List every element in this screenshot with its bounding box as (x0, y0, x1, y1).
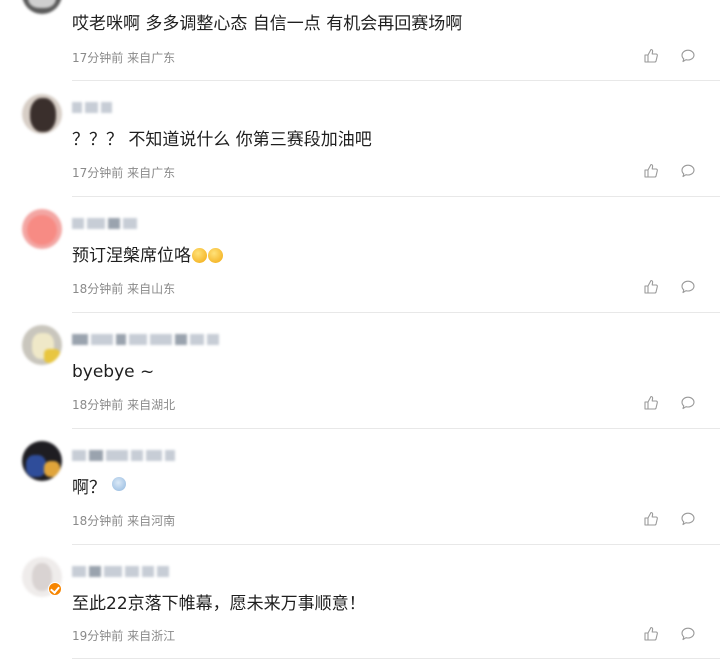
comment-actions (643, 48, 696, 64)
comment-bubble-icon[interactable] (680, 279, 696, 295)
username[interactable] (72, 449, 175, 462)
comment-time: 17分钟前 (72, 51, 124, 65)
comment-bubble-icon[interactable] (680, 163, 696, 179)
username[interactable] (72, 217, 137, 230)
comment-text: 预订涅槃席位咯 (72, 245, 223, 267)
comment-location: 来自山东 (127, 282, 176, 296)
comment-list: 哎老咪啊 多多调整心态 自信一点 有机会再回赛场啊 17分钟前 来自广东 ？？？… (0, 0, 720, 663)
comment-text: 至此22京落下帷幕，愿未来万事顺意！ (72, 594, 366, 614)
comment-meta: 19分钟前 来自浙江 (72, 627, 175, 644)
comment-bubble-icon[interactable] (680, 395, 696, 411)
comment-text: 哎老咪啊 多多调整心态 自信一点 有机会再回赛场啊 (72, 14, 463, 34)
thumbs-up-icon[interactable] (643, 626, 659, 642)
comment-meta: 17分钟前 来自广东 (72, 49, 175, 66)
flushed-face-emoji (208, 248, 223, 263)
avatar[interactable] (22, 325, 62, 365)
avatar[interactable] (22, 0, 62, 14)
comment-location: 来自广东 (127, 51, 176, 65)
avatar[interactable] (22, 94, 62, 134)
comment-meta: 18分钟前 来自湖北 (72, 396, 175, 413)
baby-angel-emoji (112, 477, 126, 491)
comment-meta: 18分钟前 来自河南 (72, 512, 175, 529)
avatar[interactable] (22, 209, 62, 249)
comment-text: 啊？ (72, 477, 126, 499)
comment-actions (643, 511, 696, 527)
divider (72, 312, 720, 313)
username[interactable] (72, 565, 169, 578)
flushed-face-emoji (192, 248, 207, 263)
comment-time: 17分钟前 (72, 166, 124, 180)
comment-bubble-icon[interactable] (680, 48, 696, 64)
comment-text: ？？？ 不知道说什么 你第三赛段加油吧 (72, 130, 372, 150)
comment-location: 来自河南 (127, 514, 176, 528)
comment-actions (643, 279, 696, 295)
thumbs-up-icon[interactable] (643, 511, 659, 527)
thumbs-up-icon[interactable] (643, 279, 659, 295)
username[interactable] (72, 101, 112, 114)
comment-time: 18分钟前 (72, 398, 124, 412)
username[interactable] (72, 333, 219, 346)
comment-bubble-icon[interactable] (680, 511, 696, 527)
comment-time: 18分钟前 (72, 514, 124, 528)
divider (72, 658, 720, 659)
comment-text-content: 啊？ (72, 478, 106, 498)
avatar[interactable] (22, 441, 62, 481)
thumbs-up-icon[interactable] (643, 163, 659, 179)
comment-location: 来自浙江 (127, 629, 176, 643)
comment-text: byebye ~ (72, 362, 155, 382)
divider (72, 196, 720, 197)
verified-badge-icon (48, 582, 62, 596)
divider (72, 544, 720, 545)
comment-bubble-icon[interactable] (680, 626, 696, 642)
comment-actions (643, 163, 696, 179)
divider (72, 428, 720, 429)
comment-time: 18分钟前 (72, 282, 124, 296)
thumbs-up-icon[interactable] (643, 48, 659, 64)
comment-time: 19分钟前 (72, 629, 124, 643)
comment-actions (643, 626, 696, 642)
comment-location: 来自广东 (127, 166, 176, 180)
thumbs-up-icon[interactable] (643, 395, 659, 411)
comment-meta: 18分钟前 来自山东 (72, 280, 175, 297)
comment-meta: 17分钟前 来自广东 (72, 164, 175, 181)
comment-text-content: 预订涅槃席位咯 (72, 246, 191, 266)
divider (72, 80, 720, 81)
comment-actions (643, 395, 696, 411)
comment-location: 来自湖北 (127, 398, 176, 412)
